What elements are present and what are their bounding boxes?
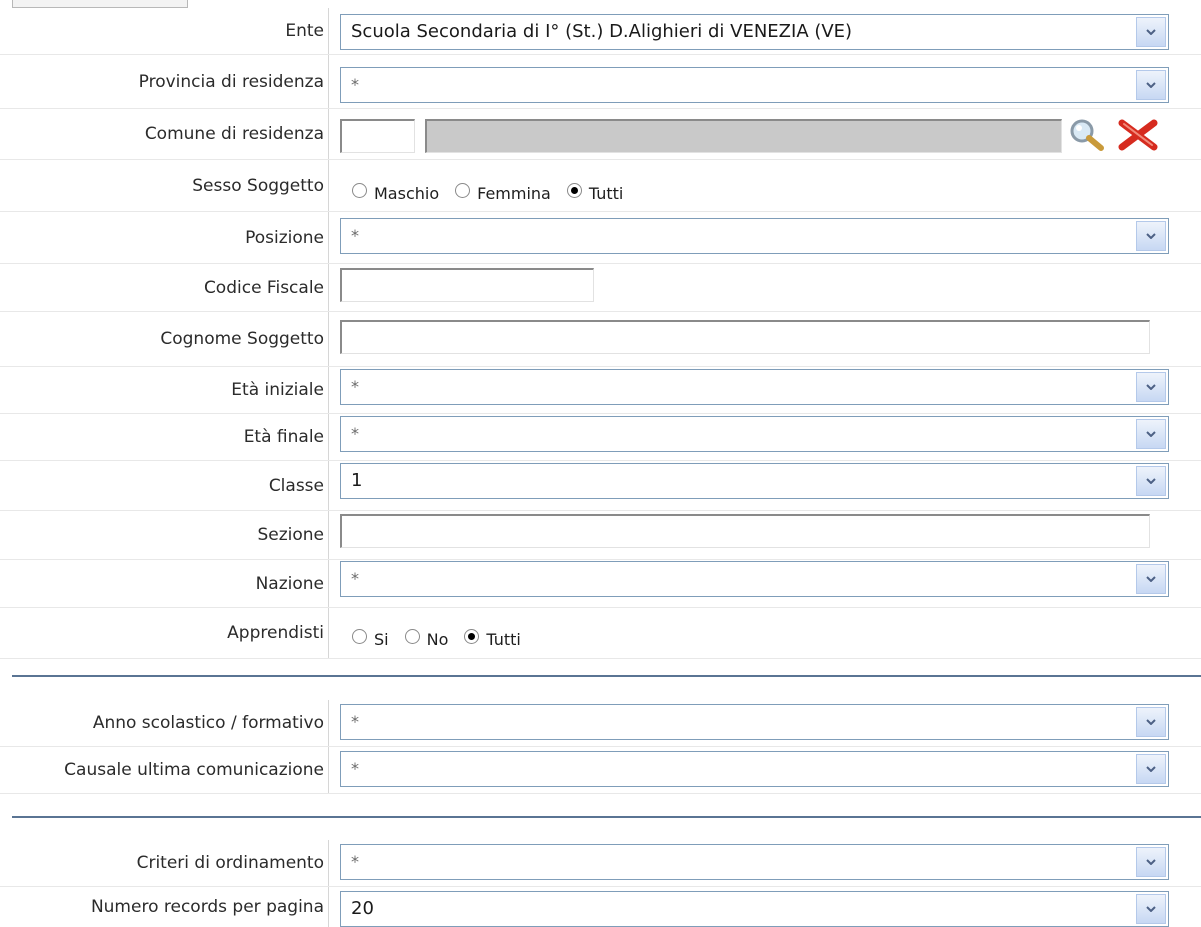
radio-si[interactable] [352, 629, 367, 644]
eta-iniziale-value: * [351, 377, 359, 396]
nazione-label: Nazione [255, 573, 324, 594]
row-ente: Ente Scuola Secondaria di I° (St.) D.Ali… [0, 8, 1201, 55]
eta-finale-label: Età finale [243, 427, 324, 447]
chevron-down-icon[interactable] [1136, 564, 1166, 594]
comune-name-field [425, 119, 1062, 153]
top-button-stub [12, 0, 188, 8]
sezione-label: Sezione [257, 525, 324, 545]
criteri-select[interactable]: * [340, 844, 1169, 880]
magnifier-icon[interactable] [1066, 117, 1108, 155]
apprendisti-label: Apprendisti [227, 623, 324, 643]
eta-iniziale-label: Età iniziale [231, 380, 324, 400]
row-sezione: Sezione [0, 511, 1201, 560]
codice-fiscale-label: Codice Fiscale [203, 277, 324, 298]
provincia-select[interactable]: * [340, 67, 1169, 103]
cognome-label: Cognome Soggetto [160, 329, 324, 349]
criteri-label: Criteri di ordinamento [136, 853, 324, 873]
sesso-label: Sesso Soggetto [192, 175, 324, 196]
posizione-value: * [351, 226, 359, 245]
sesso-radio-group: Maschio Femmina Tutti [352, 178, 639, 203]
ente-select[interactable]: Scuola Secondaria di I° (St.) D.Alighier… [340, 14, 1169, 50]
chevron-down-icon[interactable] [1136, 221, 1166, 251]
chevron-down-icon[interactable] [1136, 707, 1166, 737]
section-divider [12, 816, 1201, 818]
row-sesso: Sesso Soggetto Maschio Femmina Tutti [0, 160, 1201, 212]
causale-select[interactable]: * [340, 751, 1169, 787]
row-anno: Anno scolastico / formativo * [0, 700, 1201, 747]
eta-finale-select[interactable]: * [340, 416, 1169, 452]
radio-tutti[interactable] [566, 183, 582, 198]
ente-label: Ente [285, 21, 324, 41]
row-provincia: Provincia di residenza * [0, 55, 1201, 109]
row-criteri: Criteri di ordinamento * [0, 840, 1201, 887]
eta-finale-value: * [351, 424, 359, 443]
radio-maschio[interactable] [352, 183, 367, 198]
radio-si-label: Si [374, 630, 389, 649]
chevron-down-icon[interactable] [1136, 754, 1166, 784]
classe-value: 1 [351, 470, 363, 491]
row-eta-finale: Età finale * [0, 414, 1201, 461]
sezione-input[interactable] [340, 514, 1150, 548]
row-cognome: Cognome Soggetto [0, 312, 1201, 367]
classe-label: Classe [268, 475, 324, 496]
comune-label: Comune di residenza [144, 124, 324, 144]
codice-fiscale-input[interactable] [340, 268, 594, 302]
causale-label: Causale ultima comunicazione [64, 760, 324, 780]
row-eta-iniziale: Età iniziale * [0, 367, 1201, 414]
anno-label: Anno scolastico / formativo [92, 713, 324, 733]
posizione-label: Posizione [245, 227, 324, 248]
row-apprendisti: Apprendisti Si No Tutti [0, 608, 1201, 659]
chevron-down-icon[interactable] [1136, 70, 1166, 100]
anno-select[interactable]: * [340, 704, 1169, 740]
numero-label: Numero records per pagina [90, 897, 324, 917]
radio-tutti[interactable] [464, 629, 480, 644]
provincia-value: * [351, 75, 359, 94]
row-posizione: Posizione * [0, 212, 1201, 264]
row-classe: Classe 1 [0, 461, 1201, 511]
radio-femmina-label: Femmina [477, 184, 551, 203]
row-causale: Causale ultima comunicazione * [0, 747, 1201, 794]
comune-code-input[interactable] [340, 119, 415, 153]
nazione-select[interactable]: * [340, 561, 1169, 597]
radio-femmina[interactable] [455, 183, 471, 198]
cognome-input[interactable] [340, 320, 1150, 354]
radio-no[interactable] [404, 629, 420, 644]
radio-maschio-label: Maschio [374, 184, 440, 203]
chevron-down-icon[interactable] [1136, 419, 1166, 449]
causale-value: * [351, 759, 359, 778]
chevron-down-icon[interactable] [1136, 372, 1166, 402]
radio-tutti-label: Tutti [588, 184, 624, 203]
classe-select[interactable]: 1 [340, 463, 1169, 499]
numero-select[interactable]: 20 [340, 891, 1169, 927]
chevron-down-icon[interactable] [1136, 847, 1166, 877]
row-nazione: Nazione * [0, 560, 1201, 608]
criteri-value: * [351, 852, 359, 871]
chevron-down-icon[interactable] [1136, 466, 1166, 496]
ente-value: Scuola Secondaria di I° (St.) D.Alighier… [351, 21, 853, 42]
row-comune: Comune di residenza [0, 109, 1201, 160]
numero-value: 20 [351, 898, 374, 919]
provincia-label: Provincia di residenza [138, 71, 324, 92]
radio-tutti-label: Tutti [486, 630, 521, 649]
row-codice-fiscale: Codice Fiscale [0, 264, 1201, 312]
red-x-icon[interactable] [1116, 119, 1160, 155]
anno-value: * [351, 712, 359, 731]
posizione-select[interactable]: * [340, 218, 1169, 254]
radio-no-label: No [426, 630, 449, 649]
nazione-value: * [351, 569, 359, 588]
apprendisti-radio-group: Si No Tutti [352, 624, 537, 649]
section-divider [12, 675, 1201, 677]
row-numero: Numero records per pagina 20 [0, 887, 1201, 927]
chevron-down-icon[interactable] [1136, 17, 1166, 47]
eta-iniziale-select[interactable]: * [340, 369, 1169, 405]
chevron-down-icon[interactable] [1136, 894, 1166, 924]
